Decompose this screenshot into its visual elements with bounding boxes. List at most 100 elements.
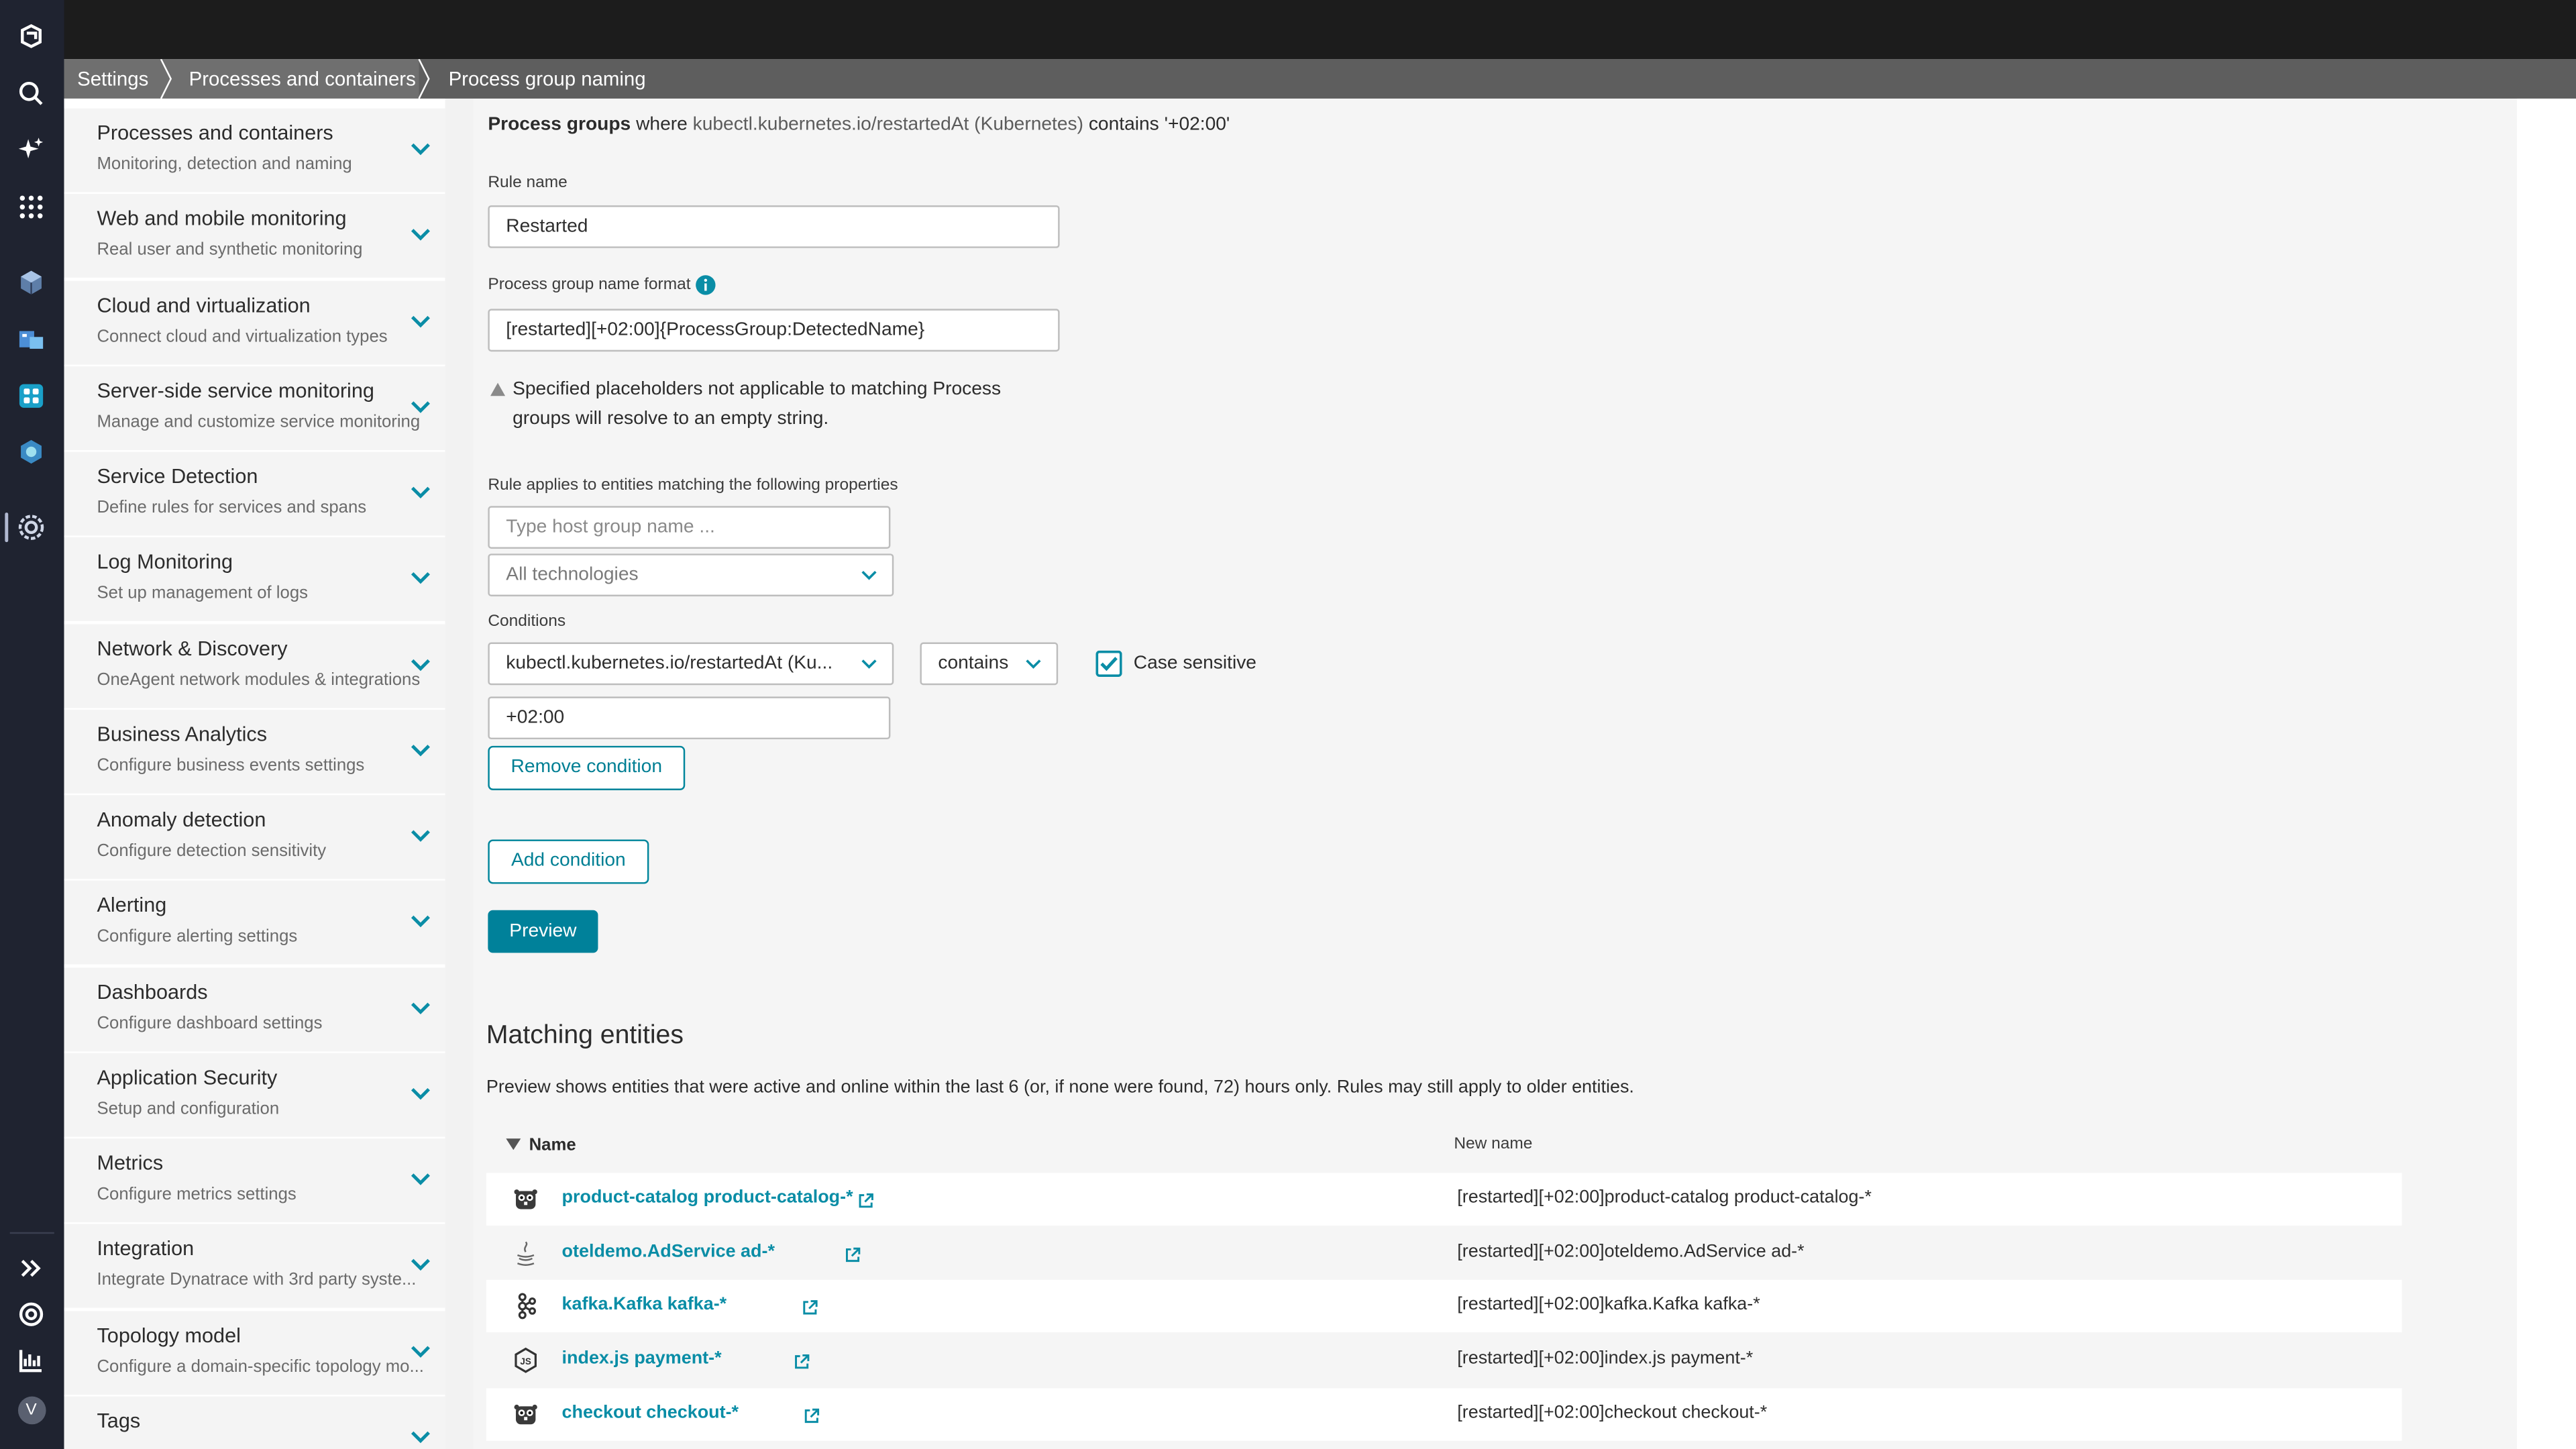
expand-icon[interactable] — [15, 1252, 48, 1285]
chevron-down-icon[interactable] — [409, 1085, 432, 1102]
case-sensitive-checkbox[interactable] — [1095, 650, 1122, 677]
chevron-down-icon[interactable] — [409, 142, 432, 158]
sort-desc-icon[interactable] — [506, 1138, 521, 1150]
kafka-icon — [513, 1293, 539, 1320]
technology-select[interactable]: All technologies — [488, 553, 894, 596]
chevron-down-icon[interactable] — [409, 398, 432, 415]
condition-value-input[interactable]: +02:00 — [488, 696, 891, 740]
matching-entities-description: Preview shows entities that were active … — [486, 1077, 1634, 1097]
top-bar — [0, 0, 2576, 60]
column-header-name[interactable]: Name — [529, 1135, 576, 1155]
case-sensitive-label[interactable]: Case sensitive — [1134, 654, 1256, 674]
external-link-icon[interactable] — [845, 1242, 861, 1262]
entity-name-link[interactable]: oteldemo.AdService ad-* — [562, 1242, 775, 1261]
external-link-icon[interactable] — [802, 1295, 818, 1316]
sidebar-item-title: Dashboards — [97, 979, 208, 1004]
external-link-icon[interactable] — [857, 1188, 873, 1208]
user-avatar-icon[interactable]: V — [15, 1393, 48, 1426]
sidebar-item[interactable]: Alerting Configure alerting settings — [64, 881, 445, 967]
sidebar-item[interactable]: Business Analytics Configure business eve… — [64, 709, 445, 795]
chevron-down-icon[interactable] — [409, 484, 432, 500]
entity-name-link[interactable]: checkout checkout-* — [562, 1403, 739, 1422]
chevron-down-icon[interactable] — [409, 828, 432, 844]
chevron-down-icon[interactable] — [409, 1000, 432, 1016]
entity-name-link[interactable]: kafka.Kafka kafka-* — [562, 1295, 727, 1315]
chevron-down-icon[interactable] — [409, 1429, 432, 1445]
sidebar-item-title: Processes and containers — [97, 121, 333, 145]
entity-new-name: [restarted][+02:00]checkout checkout-* — [1457, 1402, 1768, 1423]
chevron-down-icon[interactable] — [409, 1257, 432, 1273]
breadcrumb: Settings Processes and containers Proces… — [64, 59, 2576, 99]
sidebar-item[interactable]: Topology model Configure a domain-specifi… — [64, 1310, 445, 1396]
sidebar-item-subtitle: Real user and synthetic monitoring — [97, 240, 363, 260]
sidebar-item-subtitle: Configure alerting settings — [97, 926, 298, 947]
chevron-down-icon — [861, 659, 877, 669]
sidebar-item-subtitle: Monitoring, detection and naming — [97, 154, 352, 174]
dashboards-app-icon[interactable] — [15, 380, 48, 413]
chevron-down-icon[interactable] — [409, 227, 432, 244]
sidebar-item[interactable]: Server-side service monitoring Manage and… — [64, 366, 445, 451]
sidebar-item[interactable]: Dashboards Configure dashboard settings — [64, 967, 445, 1053]
chevron-down-icon — [861, 570, 877, 580]
chevron-down-icon[interactable] — [409, 914, 432, 930]
breadcrumb-processes[interactable]: Processes and containers — [189, 59, 416, 99]
nodejs-icon: JS — [513, 1347, 539, 1373]
add-condition-button[interactable]: Add condition — [488, 839, 649, 884]
chevron-down-icon[interactable] — [409, 1171, 432, 1187]
condition-operator-value: contains — [938, 653, 1009, 674]
table-row[interactable]: checkout checkout-* [restarted][+02:00]ch… — [486, 1387, 2402, 1441]
condition-operator-select[interactable]: contains — [920, 642, 1059, 686]
rule-summary: Process groups where kubectl.kubernetes.… — [488, 115, 1230, 134]
kubernetes-icon[interactable] — [15, 435, 48, 468]
preview-button[interactable]: Preview — [488, 910, 598, 953]
table-row[interactable]: product-catalog product-catalog-* [restar… — [486, 1173, 2402, 1226]
sidebar-item-subtitle: Configure dashboard settings — [97, 1012, 323, 1033]
sidebar-item[interactable]: Tags — [64, 1396, 445, 1449]
rule-name-input[interactable]: Restarted — [488, 205, 1060, 248]
chevron-down-icon[interactable] — [409, 1343, 432, 1359]
breadcrumb-settings[interactable]: Settings — [77, 59, 148, 99]
breadcrumb-separator-icon — [418, 59, 430, 99]
sidebar-item[interactable]: Processes and containers Monitoring, dete… — [64, 108, 445, 194]
infrastructure-icon[interactable] — [15, 322, 48, 355]
table-row[interactable]: kafka.Kafka kafka-* [restarted][+02:00]ka… — [486, 1280, 2402, 1334]
table-row[interactable]: JS index.js payment-* [restarted][+02:00]i… — [486, 1334, 2402, 1387]
external-link-icon[interactable] — [804, 1403, 820, 1423]
rule-editor-panel: Process groups where kubectl.kubernetes.… — [473, 98, 2517, 1449]
settings-icon[interactable] — [15, 511, 48, 544]
name-format-input[interactable]: [restarted][+02:00]{ProcessGroup:Detecte… — [488, 309, 1060, 352]
breadcrumb-current: Process group naming — [419, 59, 2576, 99]
search-icon[interactable] — [15, 77, 48, 110]
sidebar-item[interactable]: Network & Discovery OneAgent network modu… — [64, 623, 445, 709]
condition-property-select[interactable]: kubectl.kubernetes.io/restartedAt (Ku... — [488, 642, 894, 686]
chevron-down-icon[interactable] — [409, 656, 432, 672]
entity-new-name: [restarted][+02:00]oteldemo.AdService ad… — [1457, 1241, 1805, 1262]
column-header-new-name[interactable]: New name — [1454, 1135, 1532, 1153]
chevron-down-icon[interactable] — [409, 313, 432, 329]
external-link-icon[interactable] — [794, 1349, 810, 1369]
host-group-input[interactable] — [488, 506, 891, 549]
help-icon[interactable] — [15, 1298, 48, 1331]
sidebar-item[interactable]: Cloud and virtualization Connect cloud an… — [64, 280, 445, 366]
table-row[interactable]: oteldemo.AdService ad-* [restarted][+02:0… — [486, 1226, 2402, 1280]
sidebar-item-title: Network & Discovery — [97, 636, 288, 660]
rule-name-label: Rule name — [488, 174, 568, 193]
sidebar-item[interactable]: Log Monitoring Set up management of logs — [64, 537, 445, 623]
info-icon[interactable] — [695, 274, 716, 296]
sidebar-item[interactable]: Anomaly detection Configure detection sen… — [64, 795, 445, 881]
cube-icon[interactable] — [15, 266, 48, 299]
sidebar-item[interactable]: Integration Integrate Dynatrace with 3rd … — [64, 1224, 445, 1310]
sidebar-item[interactable]: Service Detection Define rules for servic… — [64, 451, 445, 537]
entity-name-link[interactable]: product-catalog product-catalog-* — [562, 1188, 853, 1208]
sidebar-item[interactable]: Metrics Configure metrics settings — [64, 1138, 445, 1224]
chevron-down-icon[interactable] — [409, 570, 432, 586]
sparkle-icon[interactable] — [15, 133, 48, 166]
remove-condition-button[interactable]: Remove condition — [488, 745, 686, 790]
app-logo-icon[interactable] — [15, 19, 48, 52]
reports-icon[interactable] — [15, 1344, 48, 1377]
apps-grid-icon[interactable] — [15, 191, 48, 223]
entity-name-link[interactable]: index.js payment-* — [562, 1349, 722, 1368]
sidebar-item[interactable]: Application Security Setup and configurat… — [64, 1053, 445, 1138]
chevron-down-icon[interactable] — [409, 742, 432, 758]
sidebar-item[interactable]: Web and mobile monitoring Real user and s… — [64, 194, 445, 280]
